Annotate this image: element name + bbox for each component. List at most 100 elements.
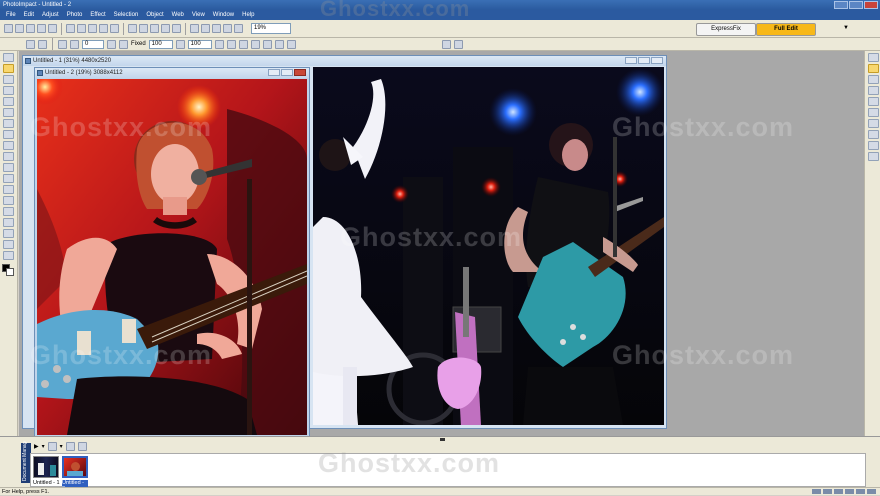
zoom-combobox[interactable]: 19%	[251, 23, 291, 34]
panel-icon[interactable]	[868, 141, 879, 150]
minimize-button[interactable]	[834, 1, 848, 9]
menu-view[interactable]: View	[192, 10, 205, 20]
line-tool-icon[interactable]	[3, 251, 14, 260]
restore-button[interactable]	[638, 57, 650, 64]
undo-icon[interactable]	[66, 24, 75, 33]
actual-size-icon[interactable]	[212, 24, 221, 33]
transform-tool-icon[interactable]	[3, 119, 14, 128]
panel-icon[interactable]	[868, 53, 879, 62]
panel-icon[interactable]	[868, 108, 879, 117]
shape-icon[interactable]	[58, 39, 67, 49]
panel-icon[interactable]	[868, 152, 879, 161]
copy-icon[interactable]	[99, 24, 108, 33]
maximize-button[interactable]	[849, 1, 863, 9]
redo-icon[interactable]	[77, 24, 86, 33]
zoom-tool-icon[interactable]	[3, 218, 14, 227]
mode-icon[interactable]	[226, 39, 236, 49]
view-mode-icon[interactable]	[47, 442, 57, 451]
menu-selection[interactable]: Selection	[114, 10, 139, 20]
mode-icon[interactable]	[262, 39, 272, 49]
menu-web[interactable]: Web	[172, 10, 184, 20]
panel-icon[interactable]	[868, 64, 879, 73]
close-button[interactable]	[864, 1, 878, 9]
close-button[interactable]	[294, 69, 306, 76]
chevron-down-icon[interactable]: ▾	[42, 443, 45, 450]
pick-tool-icon[interactable]	[3, 53, 14, 62]
zoom-in-icon[interactable]	[190, 24, 199, 33]
crop-icon[interactable]	[128, 24, 137, 33]
print-icon[interactable]	[48, 24, 57, 33]
splitter-handle[interactable]	[440, 438, 445, 441]
bezier-tool-icon[interactable]	[3, 97, 14, 106]
menu-effect[interactable]: Effect	[90, 10, 105, 20]
document-title-bar[interactable]: Untitled - 2 (19%) 3088x4112	[35, 68, 309, 78]
menu-help[interactable]: Help	[242, 10, 254, 20]
tab-fulledit[interactable]: Full Edit	[756, 23, 816, 36]
mode-icon[interactable]	[250, 39, 260, 49]
menu-photo[interactable]: Photo	[67, 10, 83, 20]
chevron-down-icon[interactable]: ▾	[60, 443, 63, 450]
tab-expressfix[interactable]: ExpressFix	[696, 23, 756, 36]
image-canvas[interactable]	[313, 67, 664, 425]
scan-icon[interactable]	[37, 24, 46, 33]
paste-icon[interactable]	[110, 24, 119, 33]
minimize-button[interactable]	[268, 69, 280, 76]
eyedropper-tool-icon[interactable]	[3, 229, 14, 238]
thumbnail-untitled-2[interactable]	[62, 456, 88, 478]
soft-edge-field[interactable]: 0	[82, 39, 104, 49]
width-field[interactable]: 100	[148, 39, 173, 49]
magic-wand-icon[interactable]	[3, 86, 14, 95]
paint-tool-icon[interactable]	[3, 141, 14, 150]
menu-file[interactable]: File	[6, 10, 16, 20]
panel-icon[interactable]	[868, 97, 879, 106]
fixed-checkbox[interactable]	[119, 39, 128, 49]
document-title-bar[interactable]: Untitled - 1 (31%) 4480x2520	[23, 56, 666, 66]
menu-object[interactable]: Object	[146, 10, 163, 20]
panel-icon[interactable]	[868, 130, 879, 139]
panel-icon[interactable]	[868, 75, 879, 84]
fill-tool-icon[interactable]	[3, 196, 14, 205]
minimize-button[interactable]	[625, 57, 637, 64]
restore-button[interactable]	[281, 69, 293, 76]
options-icon[interactable]	[107, 39, 116, 49]
panel-icon[interactable]	[868, 86, 879, 95]
retouch-tool-icon[interactable]	[3, 163, 14, 172]
resize-icon[interactable]	[139, 24, 148, 33]
menu-window[interactable]: Window	[213, 10, 234, 20]
eraser-tool-icon[interactable]	[3, 185, 14, 194]
mode-icon[interactable]	[214, 39, 224, 49]
image-icon[interactable]	[441, 39, 451, 49]
image-canvas[interactable]	[37, 79, 307, 435]
text-tool-icon[interactable]	[3, 207, 14, 216]
mode-icon[interactable]	[274, 39, 284, 49]
arrow-left-icon[interactable]	[38, 39, 47, 49]
check-icon[interactable]	[453, 39, 463, 49]
chevron-down-icon[interactable]: ▼	[816, 23, 876, 36]
save-icon[interactable]	[26, 24, 35, 33]
zoom-out-icon[interactable]	[201, 24, 210, 33]
height-field[interactable]: 100	[187, 39, 212, 49]
circle-icon[interactable]	[70, 39, 79, 49]
new-icon[interactable]	[4, 24, 13, 33]
flip-icon[interactable]	[161, 24, 170, 33]
mode-icon[interactable]	[238, 39, 248, 49]
fullscreen-icon[interactable]	[234, 24, 243, 33]
play-icon[interactable]: ▶	[34, 443, 39, 450]
panel-icon[interactable]	[868, 119, 879, 128]
color-swatches[interactable]	[2, 264, 14, 276]
export-icon[interactable]	[65, 442, 75, 451]
path-tool-icon[interactable]	[3, 240, 14, 249]
close-button[interactable]	[651, 57, 663, 64]
clone-tool-icon[interactable]	[3, 174, 14, 183]
marquee-tool-icon[interactable]	[3, 64, 14, 73]
document-window-2[interactable]: Untitled - 2 (19%) 3088x4112	[34, 67, 310, 437]
link-icon[interactable]	[175, 39, 185, 49]
menu-edit[interactable]: Edit	[24, 10, 34, 20]
menu-adjust[interactable]: Adjust	[42, 10, 59, 20]
effect-icon[interactable]	[172, 24, 181, 33]
sort-icon[interactable]	[77, 442, 87, 451]
fit-icon[interactable]	[223, 24, 232, 33]
thumbnail-untitled-1[interactable]	[33, 456, 59, 478]
brush-tool-icon[interactable]	[3, 152, 14, 161]
mode-icon[interactable]	[286, 39, 296, 49]
